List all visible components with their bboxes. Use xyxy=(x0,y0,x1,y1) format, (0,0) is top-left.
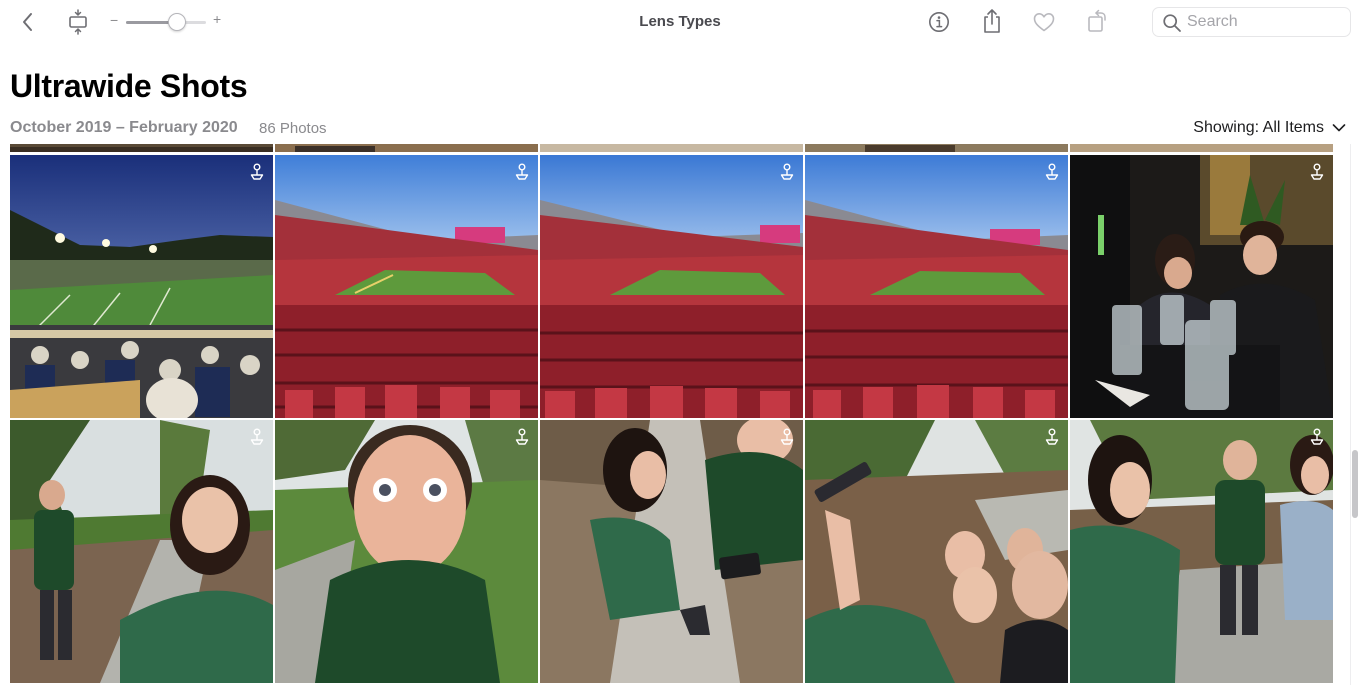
share-button[interactable] xyxy=(978,6,1006,36)
photo-thumbnail[interactable] xyxy=(10,155,273,418)
album-title: Ultrawide Shots xyxy=(10,68,248,104)
fit-view-button[interactable] xyxy=(62,6,94,38)
photo-thumbnail[interactable] xyxy=(805,144,1068,152)
heart-icon xyxy=(1033,13,1055,32)
zoom-out-label: − xyxy=(110,12,119,28)
info-icon xyxy=(929,12,949,32)
photo-type-icon xyxy=(780,163,794,180)
window-title: Lens Types xyxy=(639,13,721,30)
photo-thumbnail[interactable] xyxy=(540,144,803,152)
photo-thumbnail[interactable] xyxy=(10,420,273,683)
date-range: October 2019 – February 2020 xyxy=(10,119,238,136)
toolbar: − + Lens Types xyxy=(0,0,1360,44)
photo-grid xyxy=(10,144,1334,685)
photo-thumbnail[interactable] xyxy=(805,420,1068,683)
search-icon xyxy=(1163,14,1181,32)
photo-type-icon xyxy=(1045,428,1059,445)
showing-filter-label: Showing: All Items xyxy=(1193,119,1324,136)
photo-type-icon xyxy=(515,428,529,445)
photo-type-icon xyxy=(515,163,529,180)
photo-type-icon xyxy=(1045,163,1059,180)
photo-type-icon xyxy=(250,428,264,445)
info-button[interactable] xyxy=(925,8,953,36)
photo-thumbnail[interactable] xyxy=(540,420,803,683)
photo-type-icon xyxy=(1310,428,1324,445)
photo-thumbnail[interactable] xyxy=(805,155,1068,418)
photo-type-icon xyxy=(250,163,264,180)
photo-thumbnail[interactable] xyxy=(1070,420,1333,683)
photo-thumbnail[interactable] xyxy=(275,144,538,152)
rotate-button[interactable] xyxy=(1083,6,1111,36)
fit-view-icon xyxy=(69,9,87,35)
chevron-left-icon xyxy=(23,13,32,31)
photo-thumbnail[interactable] xyxy=(1070,155,1333,418)
search-input[interactable] xyxy=(1187,12,1337,32)
photo-count: 86 Photos xyxy=(259,120,327,137)
photo-type-icon xyxy=(1310,163,1324,180)
scrollbar-thumb[interactable] xyxy=(1352,450,1358,518)
showing-filter-dropdown[interactable]: Showing: All Items xyxy=(1193,119,1346,137)
back-button[interactable] xyxy=(14,8,42,36)
photo-thumbnail[interactable] xyxy=(275,420,538,683)
photo-thumbnail[interactable] xyxy=(540,155,803,418)
share-icon xyxy=(984,9,1000,33)
favorite-button[interactable] xyxy=(1030,8,1058,36)
photo-thumbnail[interactable] xyxy=(10,144,273,152)
zoom-slider[interactable] xyxy=(126,13,208,31)
zoom-in-label: + xyxy=(213,11,222,27)
scrollbar-track[interactable] xyxy=(1350,144,1360,685)
search-field[interactable] xyxy=(1152,7,1351,37)
rotate-icon xyxy=(1088,9,1106,32)
zoom-slider-knob[interactable] xyxy=(168,13,186,31)
photo-type-icon xyxy=(780,428,794,445)
photo-thumbnail[interactable] xyxy=(275,155,538,418)
chevron-down-icon xyxy=(1332,124,1346,132)
photo-thumbnail[interactable] xyxy=(1070,144,1333,152)
